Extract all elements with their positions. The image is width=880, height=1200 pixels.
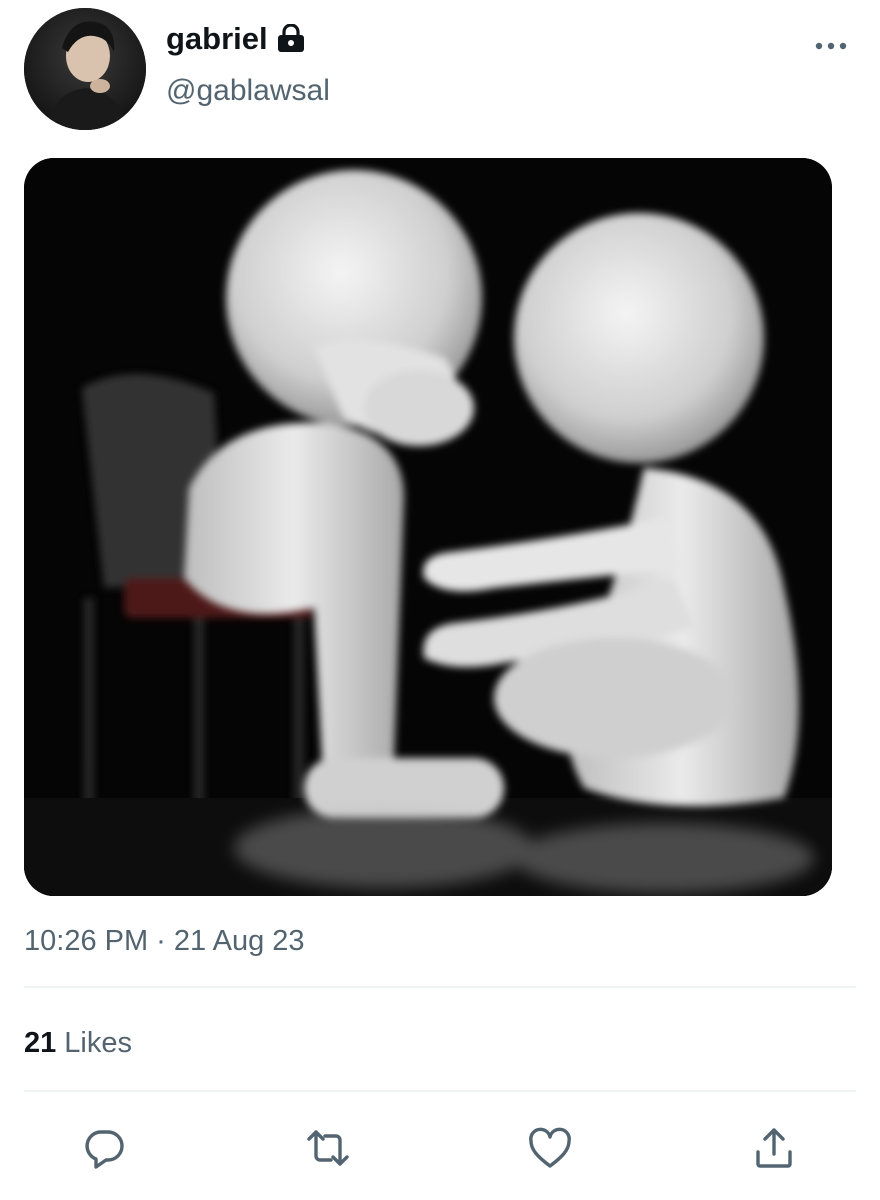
divider [24,986,856,988]
more-options-icon[interactable] [814,36,848,56]
media-illustration [24,158,832,896]
reply-button[interactable] [74,1118,134,1178]
user-display-name[interactable]: gabriel [166,20,268,58]
reply-icon [85,1130,124,1169]
retweet-icon [307,1130,349,1166]
tweet-media-image[interactable] [24,158,832,896]
heart-icon [529,1127,571,1168]
like-button[interactable] [520,1118,580,1178]
share-button[interactable] [744,1118,804,1178]
likes-count: 21 [24,1027,57,1059]
user-display-name-row: gabriel [166,20,306,58]
tweet-action-bar [0,1118,880,1178]
share-icon [756,1128,792,1168]
tweet-timestamp[interactable]: 10:26 PM · 21 Aug 23 [24,922,305,960]
avatar-photo [24,8,146,130]
retweet-button[interactable] [298,1118,358,1178]
avatar[interactable] [24,8,146,130]
divider [24,1090,856,1092]
user-handle[interactable]: @gablawsal [166,72,330,110]
lock-icon [276,23,306,54]
likes-stat[interactable]: 21 Likes [24,1024,132,1062]
likes-label: Likes [64,1027,132,1059]
